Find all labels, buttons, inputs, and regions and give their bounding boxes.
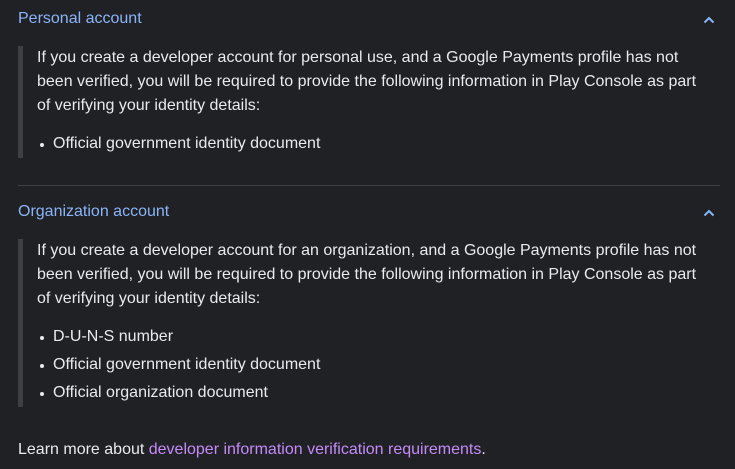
chevron-up-icon[interactable] [702, 206, 716, 220]
accordion-description: If you create a developer account for an… [37, 242, 697, 307]
accordion-body-organization-account: If you create a developer account for an… [18, 239, 720, 407]
accordion-title[interactable]: Personal account [18, 9, 142, 29]
learn-more-suffix: . [481, 441, 486, 458]
requirements-list: D-U-N-S number Official government ident… [37, 323, 706, 407]
accordion-title[interactable]: Organization account [18, 202, 169, 222]
learn-more-text: Learn more about developer information v… [18, 439, 486, 461]
list-item: Official government identity document [37, 351, 706, 379]
accordion-description: If you create a developer account for pe… [37, 49, 697, 114]
accordion-body-personal-account: If you create a developer account for pe… [18, 46, 720, 158]
section-divider [18, 185, 720, 186]
list-item: Official organization document [37, 379, 706, 407]
accordion-organization-account: Organization account If you create a dev… [18, 193, 720, 407]
accordion-header-organization-account[interactable]: Organization account [18, 193, 720, 223]
verification-requirements-link[interactable]: developer information verification requi… [149, 441, 482, 458]
requirements-list: Official government identity document [37, 130, 706, 158]
learn-more-prefix: Learn more about [18, 441, 149, 458]
accordion-header-personal-account[interactable]: Personal account [18, 0, 720, 30]
accordion-personal-account: Personal account If you create a develop… [18, 0, 720, 158]
list-item: Official government identity document [37, 130, 706, 158]
chevron-up-icon[interactable] [702, 13, 716, 27]
list-item: D-U-N-S number [37, 323, 706, 351]
